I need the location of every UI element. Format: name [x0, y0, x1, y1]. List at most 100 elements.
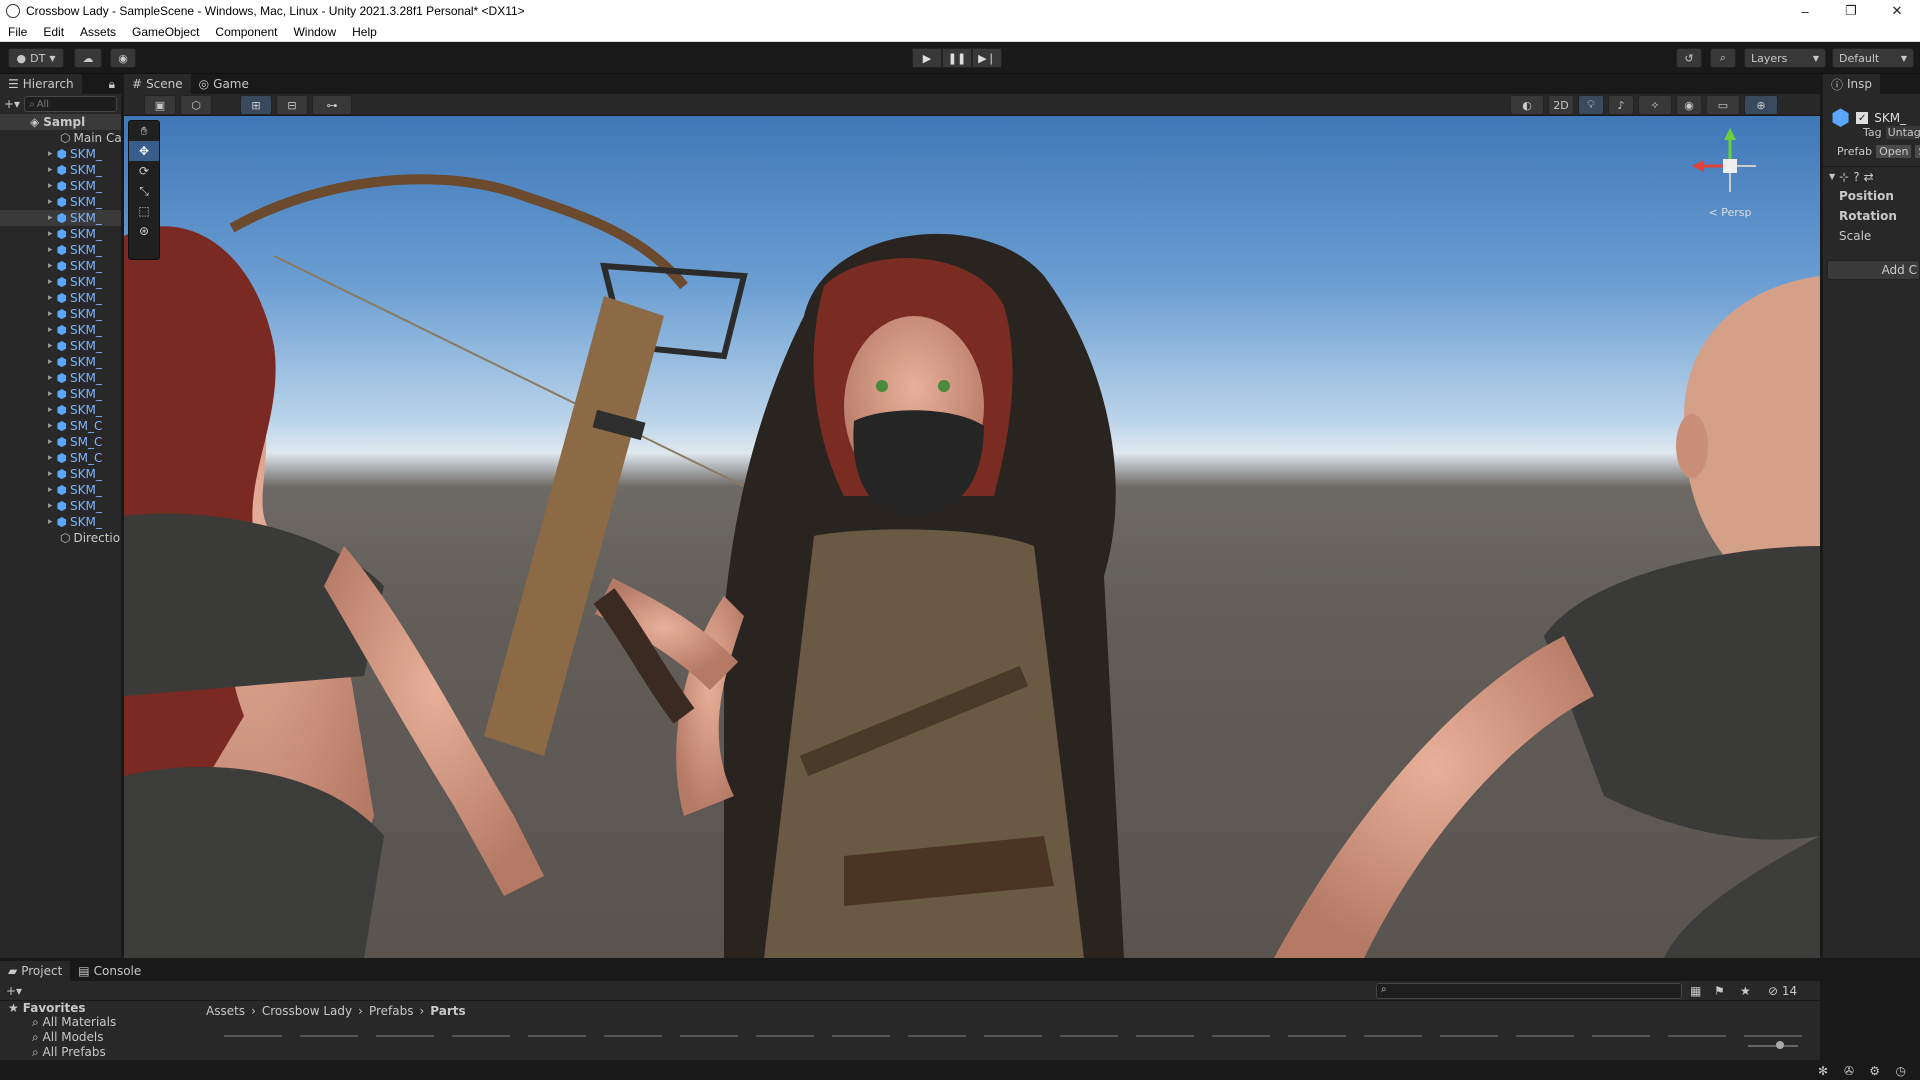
cloud-button[interactable]: ☁ — [74, 48, 102, 68]
scene-viewport[interactable]: ✋︎ ✥ ⟳ ⤡ ⬚ ⊛ < Persp — [124, 116, 1820, 958]
increment-snap-dropdown[interactable]: ⊟ — [276, 95, 308, 115]
favorite-all-prefabs[interactable]: ⌕ All Prefabs — [8, 1045, 204, 1057]
transform-header[interactable]: ▼ ⊹ ? ⇄ — [1823, 166, 1920, 186]
add-button[interactable]: +▾ — [4, 97, 20, 111]
menu-file[interactable]: File — [0, 25, 35, 39]
effects-dropdown[interactable]: ✧ — [1638, 95, 1672, 115]
ruler-dropdown[interactable]: ⊶ — [312, 95, 352, 115]
play-button[interactable]: ▶ — [912, 48, 942, 68]
foldout-arrow-icon[interactable]: ▸ — [48, 437, 53, 447]
step-button[interactable]: ▶❘ — [972, 48, 1002, 68]
lock-icon[interactable]: 🔒︎ — [109, 77, 115, 92]
hierarchy-search-input[interactable]: ⌕ All — [24, 96, 117, 112]
pause-button[interactable]: ❚❚ — [942, 48, 972, 68]
favorite-all-models[interactable]: ⌕ All Models — [8, 1030, 204, 1045]
hierarchy-item[interactable]: ▸ ⬢ SKM_ — [0, 338, 121, 354]
minimize-button[interactable]: – — [1782, 0, 1828, 22]
hierarchy-item[interactable]: ▸ ⬢ SKM_ — [0, 370, 121, 386]
toggle-2d-button[interactable]: 2D — [1548, 95, 1574, 115]
undo-history-button[interactable]: ↺ — [1676, 48, 1702, 68]
foldout-arrow-icon[interactable]: ▸ — [48, 501, 53, 511]
foldout-arrow-icon[interactable]: ▸ — [48, 149, 53, 159]
rect-tool[interactable]: ⬚ — [129, 201, 159, 221]
favorite-all-materials[interactable]: ⌕ All Materials — [8, 1015, 204, 1030]
scale-label[interactable]: Scale — [1839, 226, 1920, 246]
foldout-arrow-icon[interactable]: ▸ — [48, 357, 53, 367]
create-button[interactable]: +▾ — [6, 984, 22, 998]
help-icon[interactable]: ? — [1853, 170, 1859, 184]
hierarchy-item[interactable]: ▸ ⬢ SKM_ — [0, 178, 121, 194]
hierarchy-item[interactable]: ▸ ⬢ SKM_ — [0, 498, 121, 514]
bug-icon[interactable]: ✻ — [1818, 1064, 1828, 1078]
breadcrumb-crossbow-lady[interactable]: Crossbow Lady — [262, 1004, 352, 1018]
network-icon[interactable]: ⚙ — [1869, 1064, 1880, 1078]
tab-scene[interactable]: # Scene — [124, 74, 191, 94]
foldout-arrow-icon[interactable]: ▸ — [48, 389, 53, 399]
hierarchy-item[interactable]: ▸ ⬢ SKM_ — [0, 194, 121, 210]
hierarchy-item[interactable]: ▸ ⬢ SKM_ — [0, 258, 121, 274]
rotate-tool[interactable]: ⟳ — [129, 161, 159, 181]
lighting-toggle[interactable]: 💡︎ — [1578, 95, 1604, 115]
filter-label-icon[interactable]: ⚑ — [1714, 984, 1725, 998]
hierarchy-item[interactable]: ▸ ⬢ SKM_ — [0, 274, 121, 290]
rotation-label[interactable]: Rotation — [1839, 206, 1920, 226]
collab-button[interactable]: ◉ — [110, 48, 136, 68]
hierarchy-item[interactable]: ▸ ⬢ SKM_ — [0, 306, 121, 322]
tab-inspector[interactable]: ⓘ Insp — [1823, 74, 1881, 94]
filter-type-icon[interactable]: ▦ — [1690, 984, 1701, 998]
favorite-star-icon[interactable]: ★ — [1740, 984, 1751, 998]
transform-tool[interactable]: ⊛ — [129, 221, 159, 241]
close-button[interactable]: ✕ — [1874, 0, 1920, 22]
tab-console[interactable]: ▤ Console — [70, 961, 149, 981]
hierarchy-item[interactable]: ▸ ⬢ SM_C — [0, 434, 121, 450]
foldout-arrow-icon[interactable]: ▸ — [48, 517, 53, 527]
add-component-button[interactable]: Add C — [1827, 260, 1920, 280]
foldout-arrow-icon[interactable]: ▸ — [48, 229, 53, 239]
orientation-gizmo[interactable]: < Persp — [1690, 126, 1770, 226]
foldout-arrow-icon[interactable]: ▸ — [48, 293, 53, 303]
foldout-arrow-icon[interactable]: ▸ — [48, 245, 53, 255]
foldout-arrow-icon[interactable]: ▸ — [48, 421, 53, 431]
hierarchy-item[interactable]: ▸ ⬢ SKM_ — [0, 322, 121, 338]
hand-tool[interactable]: ✋︎ — [129, 121, 159, 141]
scene-visibility-toggle[interactable]: ◉ — [1676, 95, 1702, 115]
foldout-arrow-icon[interactable]: ▸ — [48, 309, 53, 319]
gizmos-dropdown[interactable]: ⊕ — [1744, 95, 1778, 115]
hierarchy-item[interactable]: ▸ ⬢ SKM_ — [0, 354, 121, 370]
move-tool[interactable]: ✥ — [129, 141, 159, 161]
hierarchy-item[interactable]: ▸ ⬢ SM_C — [0, 450, 121, 466]
grid-snap-toggle[interactable]: ⊞ — [240, 95, 272, 115]
hierarchy-item[interactable]: ▸ ⬢ SKM_ — [0, 146, 121, 162]
favorites-header[interactable]: ★ Favorites — [8, 1001, 204, 1015]
tab-project[interactable]: ▰ Project — [0, 961, 71, 981]
foldout-arrow-icon[interactable]: ▸ — [48, 165, 53, 175]
menu-edit[interactable]: Edit — [35, 25, 72, 39]
search-button[interactable]: ⌕ — [1710, 48, 1736, 68]
prefab-select-button[interactable]: S — [1915, 145, 1920, 158]
foldout-arrow-icon[interactable]: ▸ — [48, 325, 53, 335]
position-label[interactable]: Position — [1839, 186, 1920, 206]
foldout-arrow-icon[interactable]: ▸ — [48, 277, 53, 287]
hierarchy-item[interactable]: ▸ ⬢ SKM_ — [0, 162, 121, 178]
foldout-arrow-icon[interactable]: ▸ — [48, 373, 53, 383]
progress-icon[interactable]: ✇ — [1844, 1064, 1854, 1078]
breadcrumb-parts[interactable]: Parts — [430, 1004, 465, 1018]
hidden-packages-toggle[interactable]: ⊘ 14 — [1768, 984, 1797, 998]
menu-window[interactable]: Window — [285, 25, 344, 39]
zoom-slider-handle[interactable] — [1776, 1041, 1784, 1049]
hierarchy-item[interactable]: ▸ ⬢ SKM_ — [0, 482, 121, 498]
audio-toggle[interactable]: ♪ — [1608, 95, 1634, 115]
render-mode-dropdown[interactable]: ⬡ — [180, 95, 212, 115]
menu-assets[interactable]: Assets — [72, 25, 124, 39]
menu-gameobject[interactable]: GameObject — [124, 25, 207, 39]
draw-mode-dropdown[interactable]: ▣ — [144, 95, 176, 115]
camera-dropdown[interactable]: ▭ — [1706, 95, 1740, 115]
foldout-arrow-icon[interactable]: ▸ — [48, 485, 53, 495]
zoom-slider[interactable] — [1748, 1045, 1798, 1047]
foldout-arrow-icon[interactable]: ▸ — [48, 405, 53, 415]
shading-dropdown[interactable]: ◐ — [1510, 95, 1544, 115]
hierarchy-item[interactable]: ⬡ Directio — [0, 530, 121, 546]
hierarchy-item[interactable]: ▸ ⬢ SKM_ — [0, 226, 121, 242]
hierarchy-item[interactable]: ▸ ⬢ SKM_ — [0, 242, 121, 258]
foldout-arrow-icon[interactable]: ▸ — [48, 469, 53, 479]
